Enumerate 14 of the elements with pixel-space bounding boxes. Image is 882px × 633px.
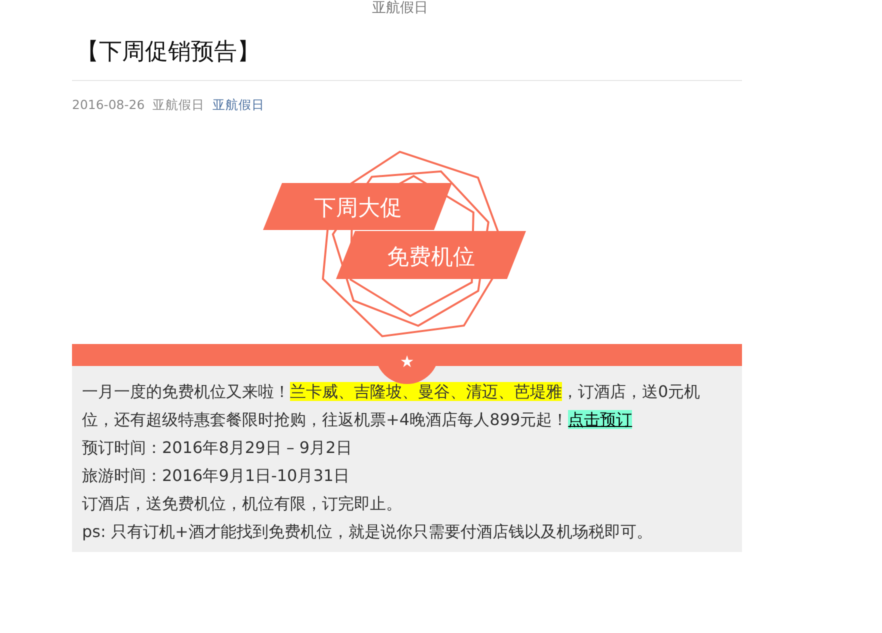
post-author: 亚航假日 [152,97,205,114]
category-link[interactable]: 亚航假日 [212,97,265,114]
book-link[interactable]: 点击预订 [568,410,632,429]
info-line: ps: 只有订机+酒才能找到免费机位，就是说你只需要付酒店钱以及机场税即可。 [82,521,654,543]
site-name: 亚航假日 [371,0,429,17]
promo-ribbon: 免费机位 [336,231,526,279]
info-line: 旅游时间：2016年9月1日-10月31日 [82,465,351,487]
star-icon: ★ [400,352,414,371]
promo-ribbon: 下周大促 [263,183,452,230]
article-title: 【下周促销预告】 [76,38,261,67]
info-line: 预订时间：2016年8月29日 – 9月2日 [82,437,353,459]
info-line: 订酒店，送免费机位，机位有限，订完即止。 [82,493,403,515]
post-date: 2016-08-26 [72,97,145,114]
intro-paragraph: 一月一度的免费机位又来啦！兰卡威、吉隆坡、曼谷、清迈、芭堤雅，订酒店，送0元机位，还有超级特惠套餐限时抢购，往返机票+4晚酒店每人899元起！点击预订 [82,381,702,431]
